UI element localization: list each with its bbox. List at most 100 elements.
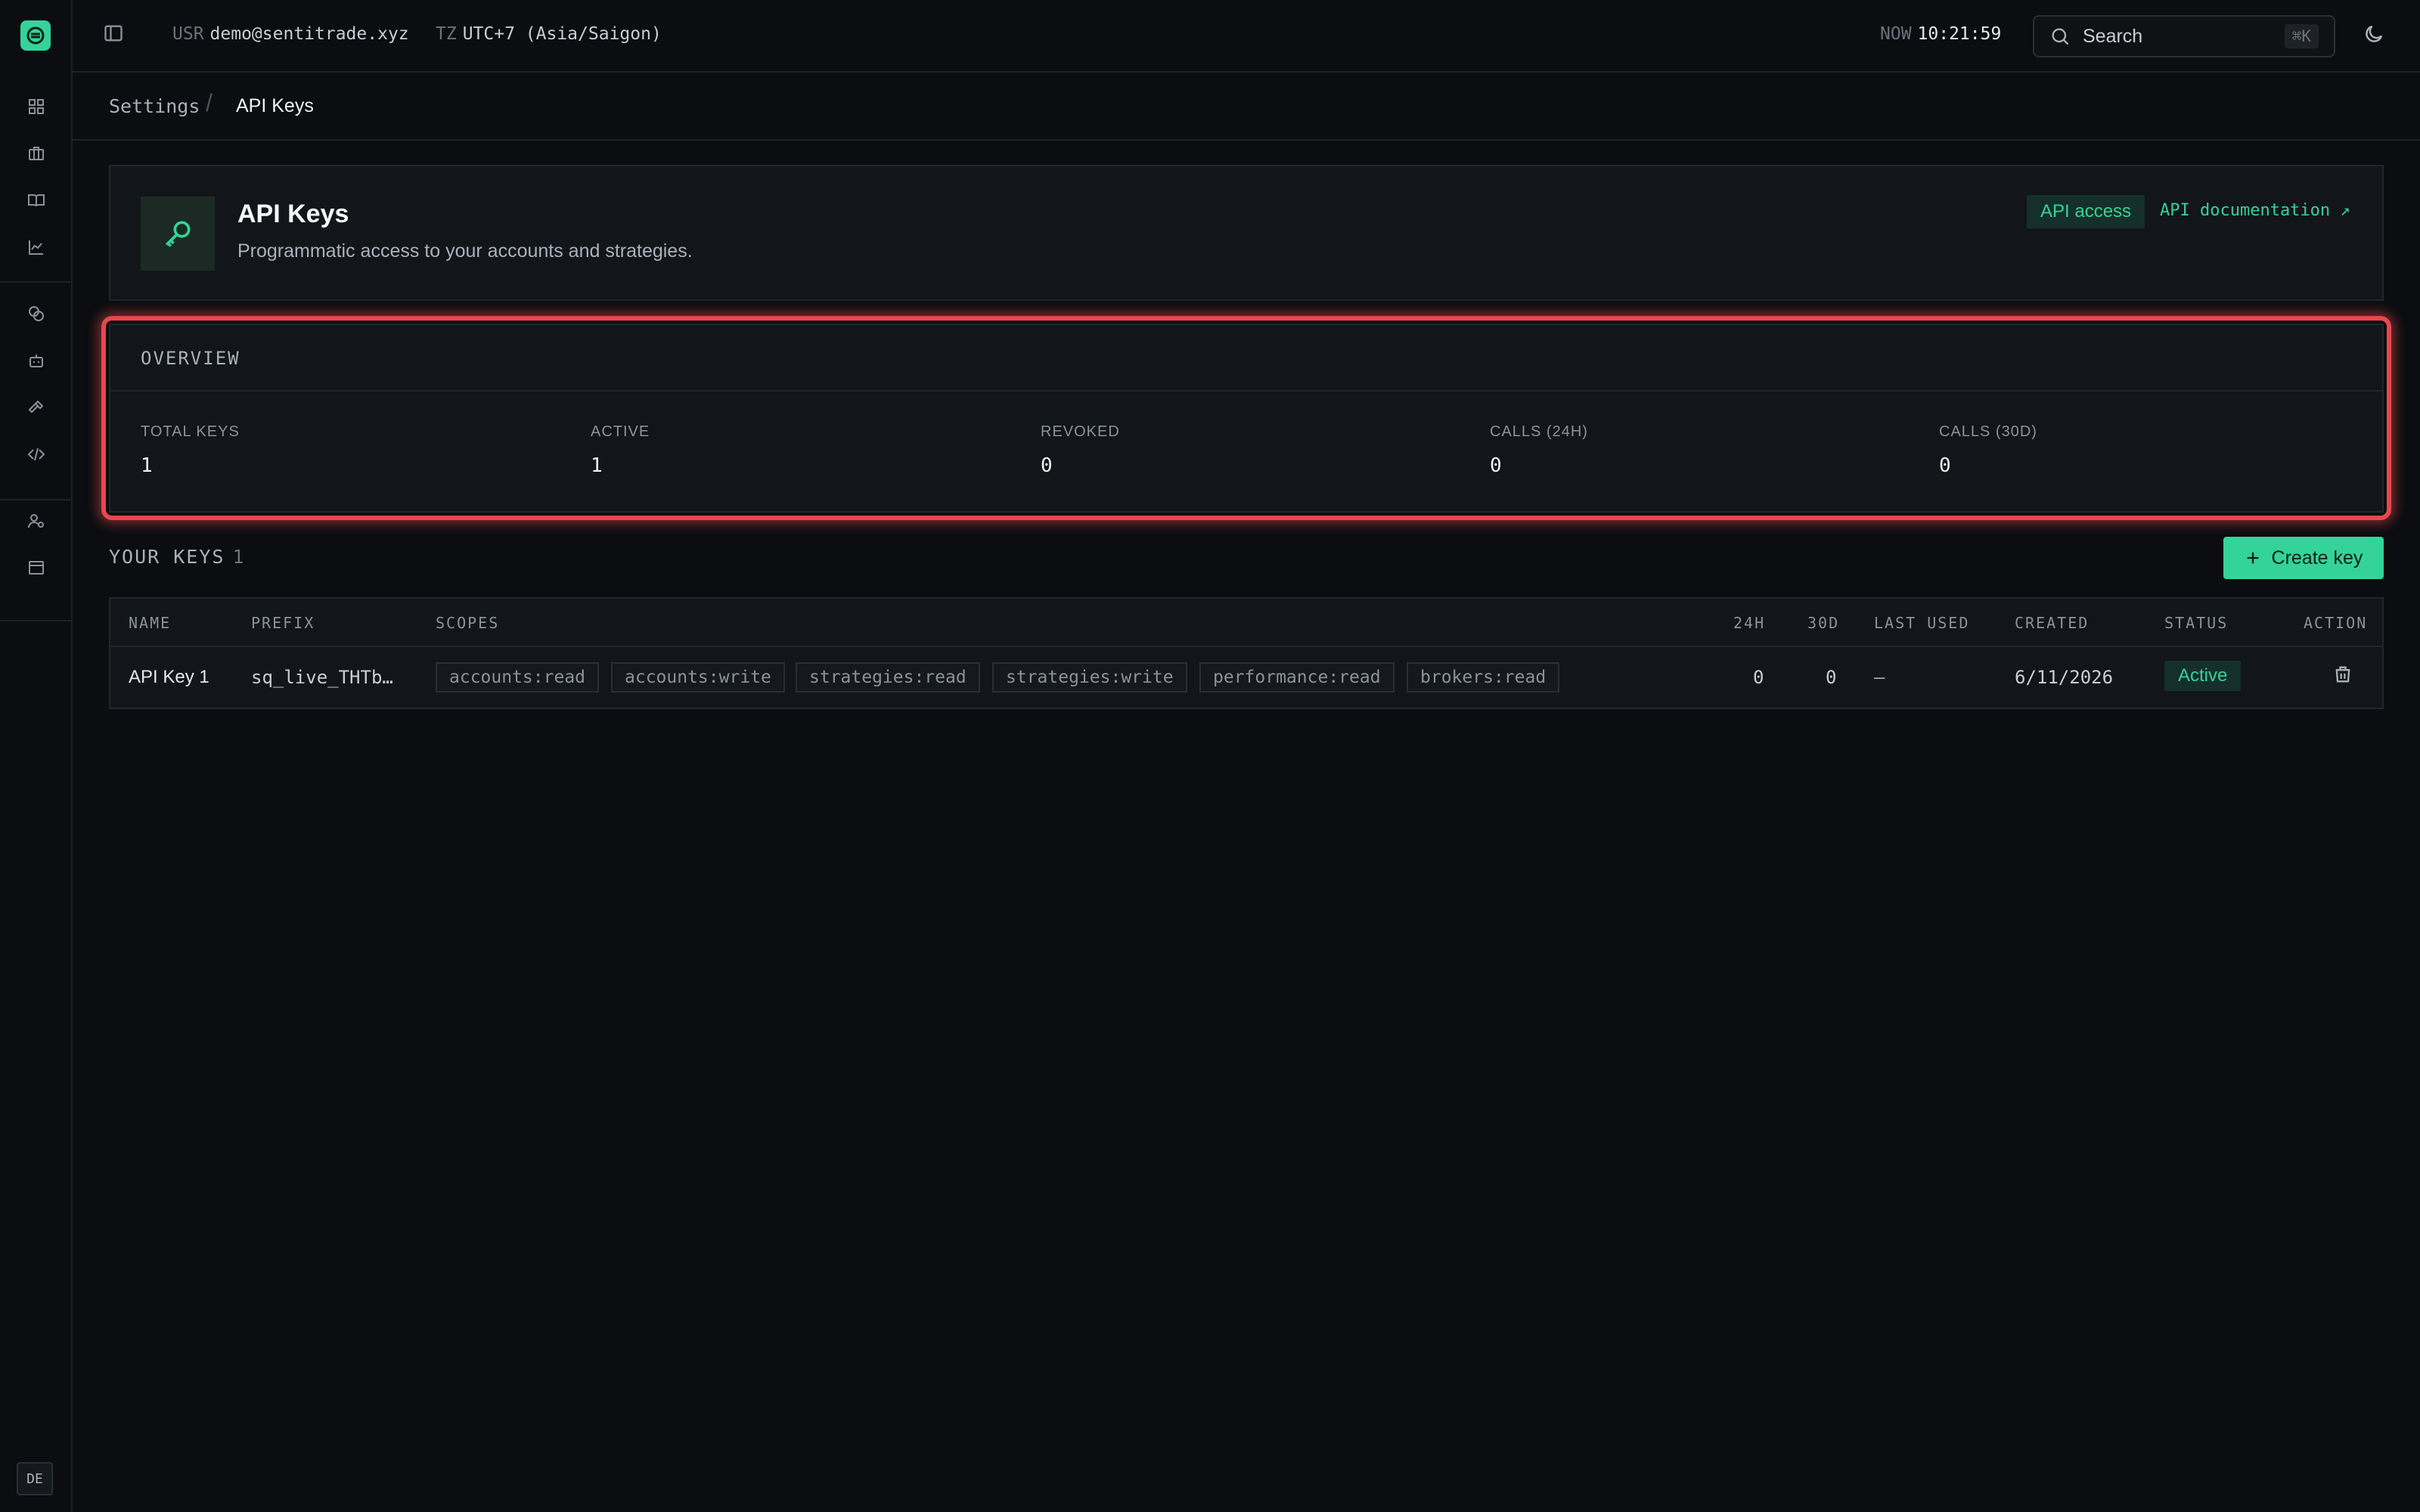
breadcrumb-settings-link[interactable]: Settings: [109, 95, 200, 117]
delete-key-button[interactable]: [2332, 664, 2353, 689]
user-key-label: USR: [172, 24, 204, 44]
stat-label: ACTIVE: [591, 423, 650, 440]
sidebar-item-assets[interactable]: [0, 290, 73, 337]
tz-key-label: TZ: [436, 24, 457, 44]
scope-chip: performance:read: [1199, 662, 1395, 692]
stat-revoked: REVOKED 0: [1041, 423, 1120, 477]
sidebar-item-analytics[interactable]: [0, 224, 73, 271]
sidebar-group-main: [0, 83, 73, 271]
timezone: TZ UTC+7 (Asia/Saigon): [436, 24, 662, 44]
column-header-prefix: PREFIX: [251, 614, 315, 632]
stat-value: 0: [1041, 454, 1053, 477]
book-icon: [28, 194, 45, 207]
key-tile: [141, 197, 215, 271]
dashboard-icon: [29, 99, 44, 114]
api-documentation-link[interactable]: API documentation ↗: [2160, 201, 2350, 220]
chart-icon: [29, 240, 43, 255]
search-shortcut: ⌘K: [2284, 24, 2319, 48]
calls-30d: 0: [1826, 667, 1837, 688]
breadcrumb-separator: /: [206, 89, 213, 116]
status-badge: Active: [2164, 661, 2242, 691]
plus-icon: [2247, 552, 2258, 564]
overview-divider: [110, 390, 2382, 392]
scope-chip: strategies:write: [992, 662, 1187, 692]
panel-toggle-icon: [104, 25, 123, 42]
page-header-card: API Keys Programmatic access to your acc…: [109, 165, 2384, 301]
trash-icon: [2335, 666, 2350, 683]
stat-label: CALLS (30D): [1939, 423, 2037, 440]
app-logo[interactable]: [20, 20, 51, 51]
column-header-24h: 24H: [1733, 614, 1766, 632]
top-bar: USR demo@sentitrade.xyz TZ UTC+7 (Asia/Sai…: [73, 0, 2420, 73]
column-header-created: CREATED: [2015, 614, 2090, 632]
sidebar-divider: [0, 620, 73, 621]
clock: NOW 10:21:59: [1880, 24, 2001, 44]
sidebar-item-archive[interactable]: [0, 544, 73, 591]
sidebar-item-journal[interactable]: [0, 177, 73, 224]
stat-value: 0: [1939, 454, 1951, 477]
stat-label: REVOKED: [1041, 423, 1120, 440]
now-key-label: NOW: [1880, 24, 1912, 44]
sidebar-toggle-button[interactable]: [103, 23, 124, 48]
sidebar-item-bots[interactable]: [0, 337, 73, 384]
timezone-value: UTC+7 (Asia/Saigon): [462, 24, 662, 44]
sidebar-item-users[interactable]: [0, 497, 73, 544]
page-title: API Keys: [237, 200, 349, 228]
breadcrumb-current: API Keys: [236, 95, 314, 116]
scope-chip: accounts:read: [436, 662, 600, 692]
key-prefix: sq_live_THTb…: [251, 667, 393, 688]
sidebar: DE: [0, 0, 73, 1512]
user-email: demo@sentitrade.xyz: [209, 24, 409, 44]
last-used: —: [1874, 667, 1885, 688]
search-input[interactable]: Search ⌘K: [2033, 15, 2335, 57]
column-header-30d: 30D: [1807, 614, 1840, 632]
calls-24h: 0: [1753, 667, 1764, 688]
briefcase-icon: [29, 147, 44, 160]
column-header-scopes: SCOPES: [436, 614, 500, 632]
breadcrumb: Settings / API Keys: [73, 73, 2420, 141]
stat-total-keys: TOTAL KEYS 1: [141, 423, 240, 477]
search-placeholder: Search: [2083, 25, 2143, 47]
your-keys-count: 1: [232, 546, 246, 568]
sidebar-item-dashboard[interactable]: [0, 83, 73, 130]
search-icon: [2052, 28, 2069, 45]
sidebar-item-api[interactable]: [0, 431, 73, 478]
stat-value: 1: [591, 454, 603, 477]
api-access-badge: API access: [2027, 195, 2145, 228]
moon-icon: [2366, 25, 2383, 42]
table-header: NAME PREFIX SCOPES 24H 30D LAST USED CRE…: [110, 599, 2382, 647]
clock-value: 10:21:59: [1917, 24, 2002, 44]
sidebar-divider: [0, 281, 73, 283]
overview-card: OVERVIEW TOTAL KEYS 1 ACTIVE 1 REVOKED 0…: [109, 324, 2384, 513]
your-keys-title: YOUR KEYS 1: [109, 546, 246, 568]
language-switcher[interactable]: DE: [17, 1462, 53, 1495]
archive-icon: [29, 561, 44, 575]
stat-value: 1: [141, 454, 153, 477]
page-subtitle: Programmatic access to your accounts and…: [237, 240, 693, 262]
sidebar-group-account: [0, 497, 73, 591]
user-settings-icon: [28, 514, 44, 528]
column-header-last-used: LAST USED: [1874, 614, 1970, 632]
key-icon: [166, 221, 191, 247]
theme-toggle-button[interactable]: [2363, 23, 2385, 49]
created-date: 6/11/2026: [2015, 667, 2114, 688]
stat-calls-30d: CALLS (30D) 0: [1939, 423, 2037, 477]
overview-title: OVERVIEW: [141, 348, 240, 369]
scope-chip: brokers:read: [1407, 662, 1560, 692]
stat-label: CALLS (24H): [1490, 423, 1588, 440]
sidebar-group-tools: [0, 290, 73, 478]
column-header-action: ACTION: [2304, 614, 2368, 632]
column-header-status: STATUS: [2164, 614, 2229, 632]
stat-calls-24h: CALLS (24H) 0: [1490, 423, 1588, 477]
column-header-name: NAME: [129, 614, 172, 632]
scope-chip: accounts:write: [611, 662, 785, 692]
create-key-button[interactable]: Create key: [2223, 537, 2384, 579]
coins-icon: [29, 306, 44, 321]
stat-value: 0: [1490, 454, 1502, 477]
stat-active: ACTIVE 1: [591, 423, 650, 477]
sidebar-item-builder[interactable]: [0, 384, 73, 431]
create-key-label: Create key: [2271, 547, 2363, 569]
key-name: API Key 1: [129, 667, 209, 687]
sidebar-item-portfolio[interactable]: [0, 130, 73, 177]
bot-icon: [29, 355, 43, 367]
